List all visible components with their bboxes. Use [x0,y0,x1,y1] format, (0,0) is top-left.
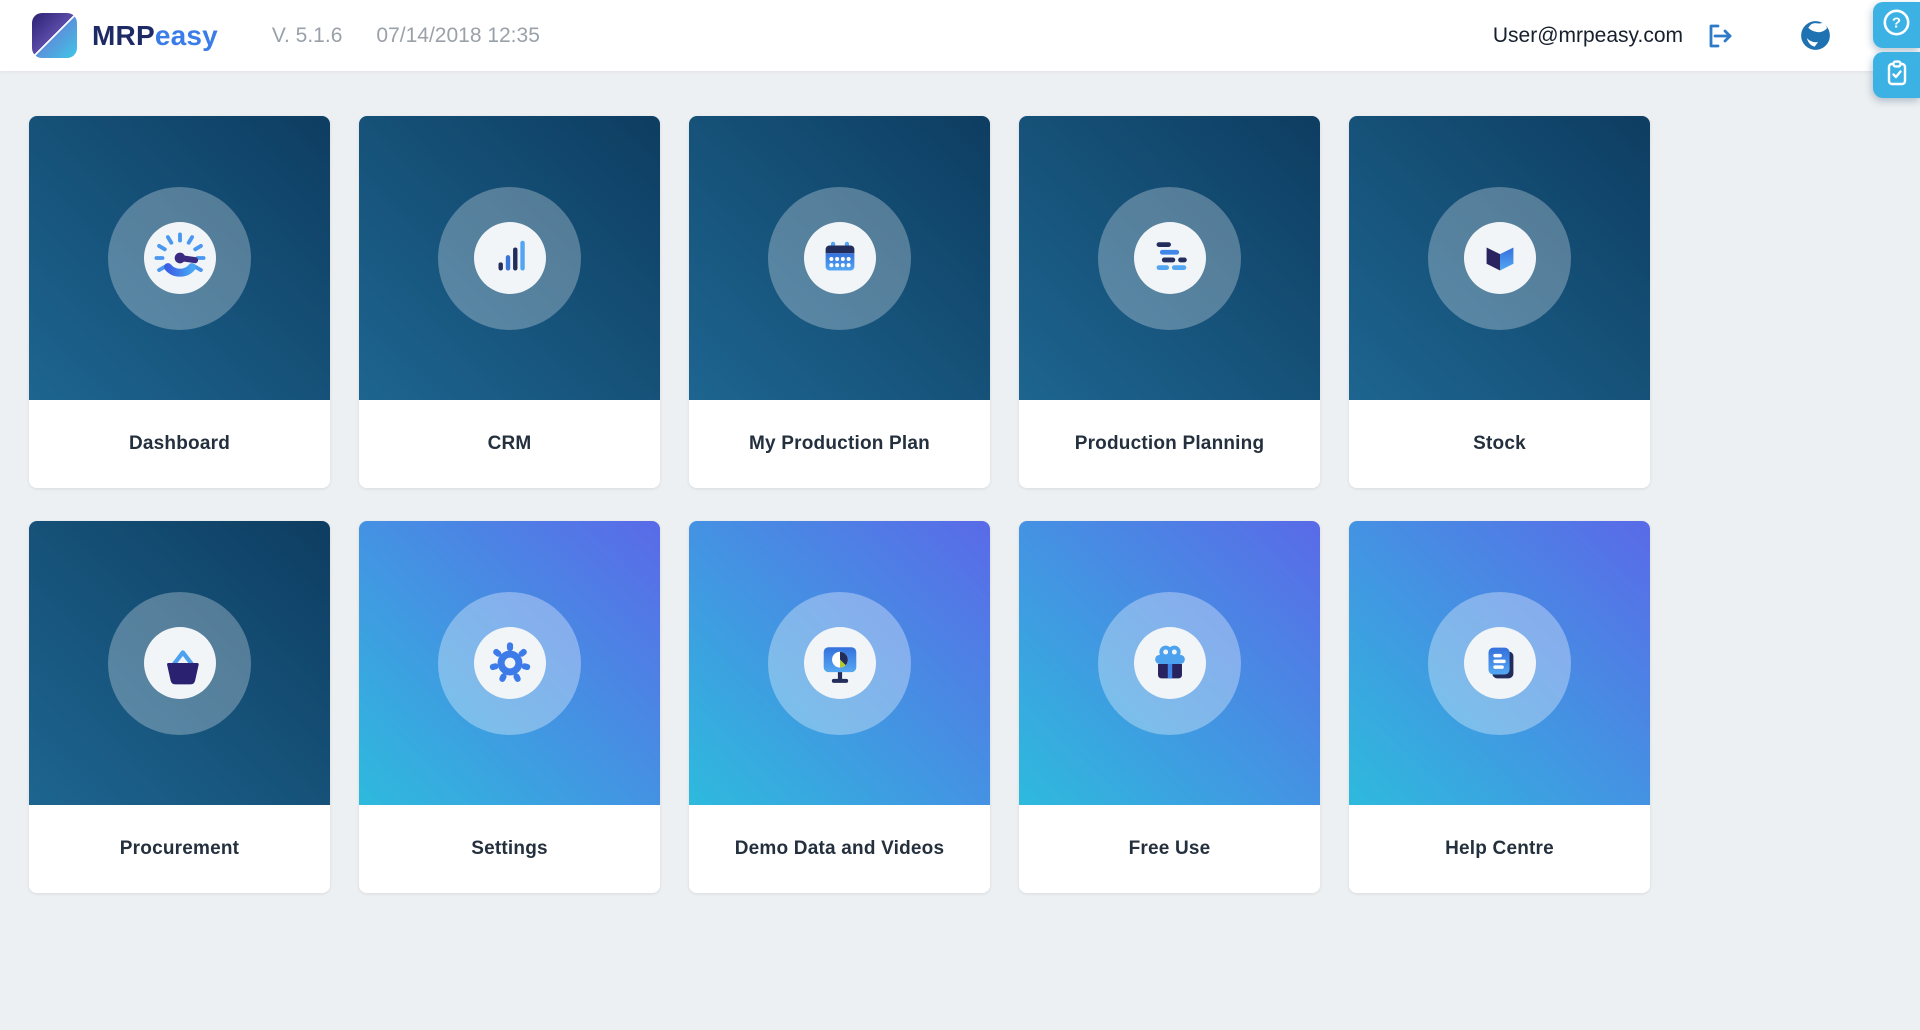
question-circle-icon: ? [1881,7,1912,43]
tile-settings-art [359,521,660,805]
tile-dashboard-label: Dashboard [29,400,330,488]
user-email: User@mrpeasy.com [1493,24,1683,48]
tile-free-use[interactable]: Free Use [1019,521,1320,893]
current-datetime: 07/14/2018 12:35 [376,24,540,48]
tile-demo-data-and-videos-art [689,521,990,805]
tile-stock[interactable]: Stock [1349,116,1650,488]
brand-light: easy [155,20,218,52]
bar-chart-icon [487,235,533,281]
gear-icon [487,640,533,686]
sign-out-icon[interactable] [1705,21,1735,51]
tile-settings-label: Settings [359,805,660,893]
tile-production-planning-label: Production Planning [1019,400,1320,488]
tile-stock-art [1349,116,1650,400]
tile-production-planning-art [1019,116,1320,400]
tile-free-use-art [1019,521,1320,805]
basket-icon [157,640,203,686]
tile-free-use-label: Free Use [1019,805,1320,893]
tile-crm-label: CRM [359,400,660,488]
tasks-button[interactable] [1873,52,1920,98]
document-icon [1477,640,1523,686]
gift-icon [1147,640,1193,686]
presentation-icon [817,640,863,686]
tile-my-production-plan-label: My Production Plan [689,400,990,488]
tile-procurement-art [29,521,330,805]
tile-demo-data-and-videos-label: Demo Data and Videos [689,805,990,893]
tile-demo-data-and-videos[interactable]: Demo Data and Videos [689,521,990,893]
tile-help-centre-label: Help Centre [1349,805,1650,893]
app-header: MRPeasy V. 5.1.6 07/14/2018 12:35 User@m… [0,0,1920,71]
calendar-icon [817,235,863,281]
globe-icon[interactable] [1797,17,1834,54]
tile-stock-label: Stock [1349,400,1650,488]
gauge-icon [151,229,209,287]
tile-crm-art [359,116,660,400]
brand-bold: MRP [92,20,155,52]
clipboard-check-icon [1882,58,1912,93]
tile-crm[interactable]: CRM [359,116,660,488]
open-box-icon [1477,235,1523,281]
tile-my-production-plan-art [689,116,990,400]
tile-dashboard[interactable]: Dashboard [29,116,330,488]
gantt-icon [1147,235,1193,281]
tile-help-centre[interactable]: Help Centre [1349,521,1650,893]
tile-production-planning[interactable]: Production Planning [1019,116,1320,488]
mrpeasy-logo-icon [32,13,77,58]
help-button[interactable]: ? [1873,2,1920,48]
app-version: V. 5.1.6 [272,24,342,48]
tile-procurement[interactable]: Procurement [29,521,330,893]
svg-text:?: ? [1892,15,1901,32]
tile-dashboard-art [29,116,330,400]
app-tile-grid: Dashboard CRM [29,116,1920,893]
brand-name: MRPeasy [92,20,218,52]
tile-help-centre-art [1349,521,1650,805]
tile-my-production-plan[interactable]: My Production Plan [689,116,990,488]
tile-settings[interactable]: Settings [359,521,660,893]
tile-procurement-label: Procurement [29,805,330,893]
